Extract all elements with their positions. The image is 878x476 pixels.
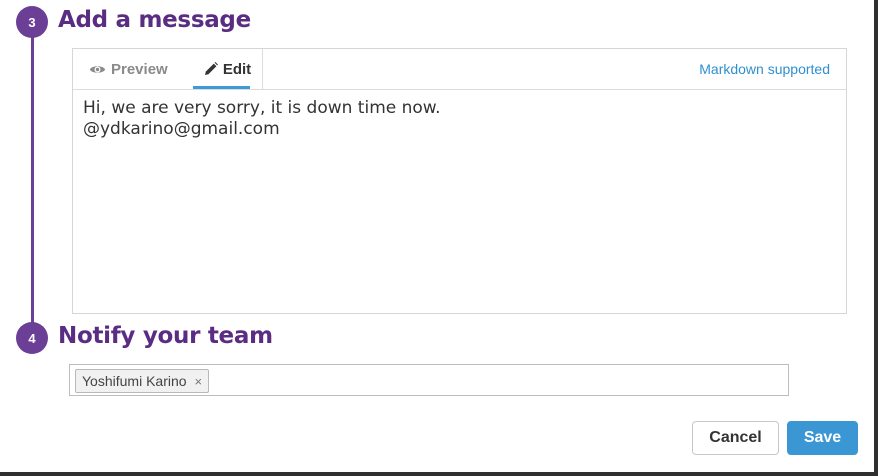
notify-recipients-input[interactable]: Yoshifumi Karino × — [69, 364, 789, 396]
step-3-badge: 3 — [16, 6, 48, 38]
message-editor: Preview Edit Markdown supported Hi, we a… — [72, 48, 847, 314]
editor-toolbar: Preview Edit Markdown supported — [73, 49, 846, 90]
message-line: @ydkarino@gmail.com — [83, 119, 280, 139]
recipient-chip: Yoshifumi Karino × — [75, 369, 210, 393]
active-tab-indicator — [193, 86, 250, 89]
recipient-name: Yoshifumi Karino — [82, 373, 187, 389]
step-3-title: Add a message — [58, 7, 251, 33]
pencil-icon — [204, 62, 218, 76]
window-bottom-edge — [0, 472, 878, 476]
close-icon[interactable]: × — [195, 374, 203, 389]
save-button[interactable]: Save — [787, 421, 858, 455]
tab-edit[interactable]: Edit — [193, 49, 263, 89]
tab-edit-label: Edit — [222, 60, 252, 78]
cancel-button[interactable]: Cancel — [692, 421, 779, 455]
tab-preview-label: Preview — [111, 60, 168, 78]
tab-preview[interactable]: Preview — [89, 49, 168, 89]
message-textarea[interactable]: Hi, we are very sorry, it is down time n… — [83, 98, 836, 140]
message-line: Hi, we are very sorry, it is down time n… — [83, 98, 441, 118]
step-4-badge: 4 — [16, 322, 48, 354]
step-connector-line — [31, 30, 34, 330]
step-4-title: Notify your team — [58, 323, 273, 349]
markdown-supported-link[interactable]: Markdown supported — [699, 49, 830, 89]
eye-icon — [89, 64, 106, 75]
window-right-edge — [874, 0, 878, 476]
